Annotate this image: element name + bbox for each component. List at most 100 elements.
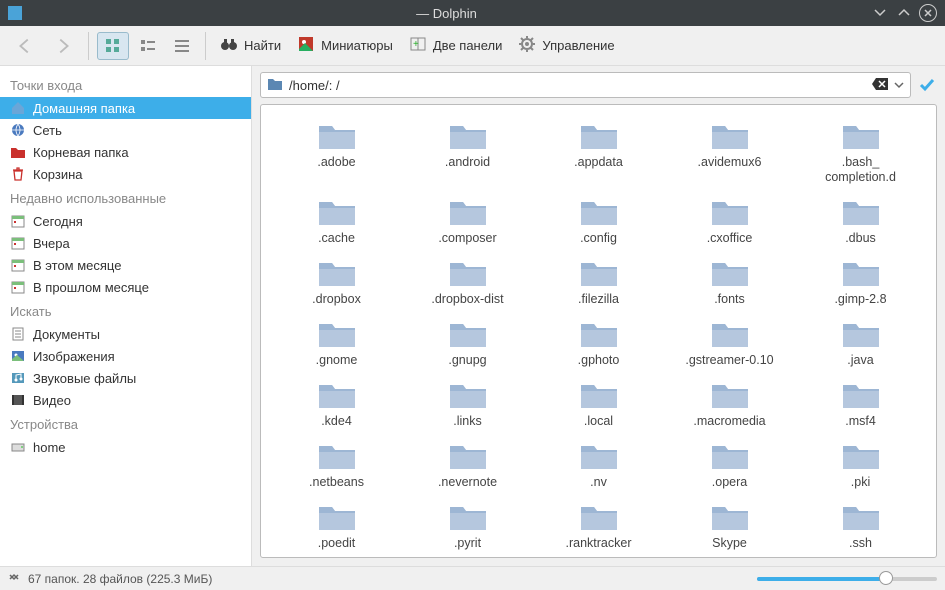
close-button[interactable] (919, 4, 937, 22)
files-scroll[interactable]: .adobe .android .appdata .avidemux6.bash_ c… (261, 105, 936, 557)
folder-item[interactable]: .local (533, 378, 664, 431)
sidebar-section-title: Устройства (0, 411, 251, 436)
view-icons-button[interactable] (97, 32, 129, 60)
sidebar-item[interactable]: Сеть (0, 119, 251, 141)
disk-icon (10, 439, 26, 455)
folder-item[interactable]: .opera (664, 439, 795, 492)
thumbnails-button[interactable]: Миниатюры (291, 31, 399, 60)
folder-item[interactable]: .links (402, 378, 533, 431)
folder-label: .fonts (714, 292, 745, 307)
folder-item[interactable]: .gstreamer-0.10 (664, 317, 795, 370)
back-button[interactable] (8, 31, 42, 61)
chevron-down-icon[interactable] (894, 78, 904, 93)
sidebar-item[interactable]: Сегодня (0, 210, 251, 232)
folder-item[interactable]: .appdata (533, 119, 664, 187)
folder-label: .kde4 (321, 414, 352, 429)
docs-icon (10, 326, 26, 342)
control-button[interactable]: Управление (512, 31, 620, 60)
zoom-handle[interactable] (879, 571, 893, 585)
sidebar-item[interactable]: Корневая папка (0, 141, 251, 163)
folder-item[interactable]: .filezilla (533, 256, 664, 309)
folder-label: .cache (318, 231, 355, 246)
folder-item[interactable]: .cache (271, 195, 402, 248)
folder-item[interactable]: .pyrit (402, 500, 533, 553)
folder-item[interactable]: .gimp-2.8 (795, 256, 926, 309)
sidebar-item[interactable]: В этом месяце (0, 254, 251, 276)
folder-item[interactable]: .poedit (271, 500, 402, 553)
folder-item[interactable]: .macromedia (664, 378, 795, 431)
folder-label: .msf4 (845, 414, 876, 429)
folder-item[interactable]: .cxoffice (664, 195, 795, 248)
find-button[interactable]: Найти (214, 31, 287, 60)
sidebar-item-label: Домашняя папка (33, 101, 135, 116)
folder-item[interactable]: .nevernote (402, 439, 533, 492)
folder-label: .android (445, 155, 490, 170)
path-input[interactable]: /home/: / (260, 72, 911, 98)
sidebar-item[interactable]: Изображения (0, 345, 251, 367)
folder-item[interactable]: .java (795, 317, 926, 370)
sidebar-item[interactable]: home (0, 436, 251, 458)
folder-item[interactable]: .bash_ completion.d (795, 119, 926, 187)
forward-button[interactable] (46, 31, 80, 61)
folder-label: .dropbox (312, 292, 361, 307)
folder-item[interactable]: .gphoto (533, 317, 664, 370)
folder-item[interactable]: .kde4 (271, 378, 402, 431)
sidebar-item[interactable]: Домашняя папка (0, 97, 251, 119)
folder-item[interactable]: .ssh (795, 500, 926, 553)
folder-item[interactable]: .dropbox (271, 256, 402, 309)
folder-label: .java (847, 353, 873, 368)
maximize-button[interactable] (895, 4, 913, 22)
sidebar-item-label: Корневая папка (33, 145, 129, 160)
folder-item[interactable]: .dropbox-dist (402, 256, 533, 309)
sidebar-item[interactable]: Вчера (0, 232, 251, 254)
sidebar-item-label: В прошлом месяце (33, 280, 149, 295)
sidebar-item[interactable]: В прошлом месяце (0, 276, 251, 298)
folder-label: .gphoto (578, 353, 620, 368)
folder-item[interactable]: .adobe (271, 119, 402, 187)
sidebar-item[interactable]: Звуковые файлы (0, 367, 251, 389)
minimize-button[interactable] (871, 4, 889, 22)
folder-item[interactable]: .ranktracker (533, 500, 664, 553)
folder-label: .appdata (574, 155, 623, 170)
collapse-status-icon[interactable] (8, 571, 20, 586)
sidebar-item[interactable]: Корзина (0, 163, 251, 185)
folder-item[interactable]: .msf4 (795, 378, 926, 431)
folder-item[interactable]: .android (402, 119, 533, 187)
folder-item[interactable]: Skype (664, 500, 795, 553)
folder-item[interactable]: .dbus (795, 195, 926, 248)
folder-label: .gnupg (448, 353, 486, 368)
images-icon (10, 348, 26, 364)
split-button[interactable]: + Две панели (403, 31, 509, 60)
status-text: 67 папок. 28 файлов (225.3 МиБ) (28, 572, 212, 586)
folder-item[interactable]: .netbeans (271, 439, 402, 492)
accept-path-button[interactable] (917, 75, 937, 95)
clear-path-icon[interactable] (872, 78, 888, 93)
sidebar-item[interactable]: Документы (0, 323, 251, 345)
window-title: — Dolphin (28, 6, 865, 21)
root-icon (10, 144, 26, 160)
folder-item[interactable]: .config (533, 195, 664, 248)
sidebar-item-label: Сеть (33, 123, 62, 138)
folder-item[interactable]: .gnupg (402, 317, 533, 370)
sidebar-item-label: Корзина (33, 167, 83, 182)
folder-label: .opera (712, 475, 747, 490)
folder-label: .composer (438, 231, 496, 246)
calendar-icon (10, 235, 26, 251)
folder-item[interactable]: .fonts (664, 256, 795, 309)
folder-label: .adobe (317, 155, 355, 170)
folder-item[interactable]: .avidemux6 (664, 119, 795, 187)
sidebar-item-label: Звуковые файлы (33, 371, 136, 386)
sidebar-item[interactable]: Видео (0, 389, 251, 411)
home-icon (10, 100, 26, 116)
folder-item[interactable]: .composer (402, 195, 533, 248)
folder-label: .cxoffice (707, 231, 753, 246)
folder-item[interactable]: .pki (795, 439, 926, 492)
folder-item[interactable]: .gnome (271, 317, 402, 370)
folder-item[interactable]: .nv (533, 439, 664, 492)
view-details-button[interactable] (167, 33, 197, 59)
network-icon (10, 122, 26, 138)
zoom-slider[interactable] (757, 577, 937, 581)
folder-label: .nevernote (438, 475, 497, 490)
view-compact-button[interactable] (133, 33, 163, 59)
split-icon: + (409, 35, 427, 56)
